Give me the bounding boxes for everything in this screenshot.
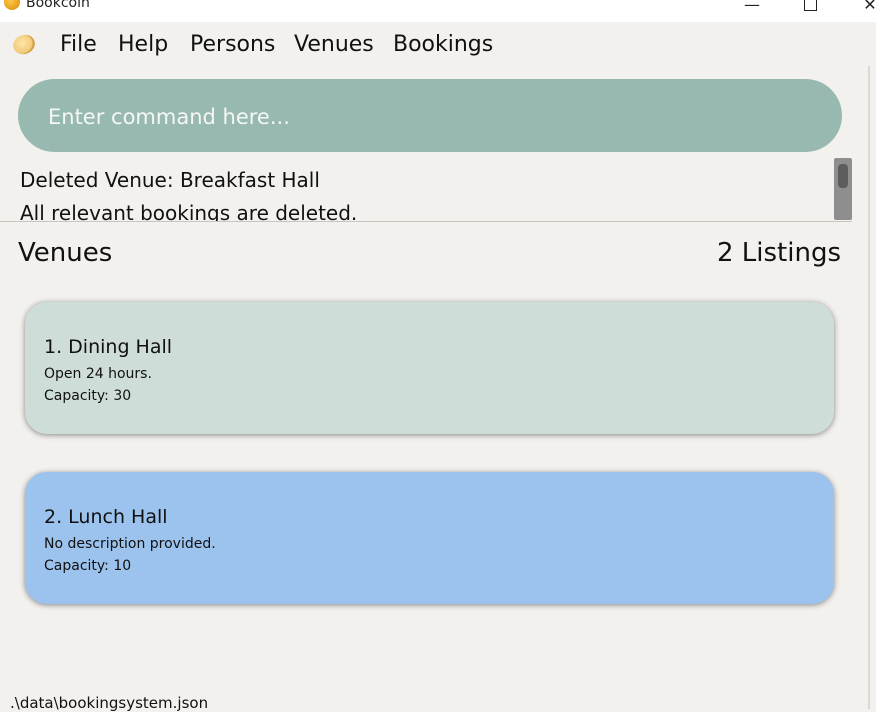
result-display: Deleted Venue: Breakfast Hall All releva… [0,160,852,221]
menu-bookings[interactable]: Bookings [393,32,493,57]
divider [0,221,852,222]
maximize-button[interactable] [790,0,830,18]
venue-capacity: Capacity: 30 [44,388,132,404]
title-bar: Bookcoin — ✕ [0,0,876,22]
result-line: Deleted Venue: Breakfast Hall [20,168,320,192]
venue-description: No description provided. [44,536,216,552]
menu-venues[interactable]: Venues [294,32,374,57]
venue-description: Open 24 hours. [44,366,152,382]
venue-capacity: Capacity: 10 [44,558,132,574]
venue-name: 2. Lunch Hall [44,506,168,528]
app-coin-icon [4,0,20,10]
venue-name: 1. Dining Hall [44,336,173,358]
coin-logo-icon [10,31,38,58]
menu-file[interactable]: File [60,32,97,57]
list-title: Venues [18,238,113,268]
close-button[interactable]: ✕ [850,0,876,18]
maximize-icon [803,0,817,11]
status-bar-path: .\data\bookingsystem.json [10,694,209,712]
panel-border [868,66,870,709]
menu-help[interactable]: Help [118,32,168,57]
menu-bar: File Help Persons Venues Bookings [0,22,876,66]
venue-card[interactable]: 2. Lunch Hall No description provided. C… [25,472,834,604]
command-box [18,79,842,154]
result-scrollbar[interactable] [834,158,852,220]
minimize-button[interactable]: — [732,0,772,18]
venue-card[interactable]: 1. Dining Hall Open 24 hours. Capacity: … [25,302,834,434]
listing-count: 2 Listings [716,238,841,268]
menu-persons[interactable]: Persons [190,32,275,57]
window-title: Bookcoin [26,0,90,11]
scrollbar-thumb[interactable] [838,164,848,188]
result-line: All relevant bookings are deleted. [20,201,358,221]
command-input[interactable] [46,79,830,154]
